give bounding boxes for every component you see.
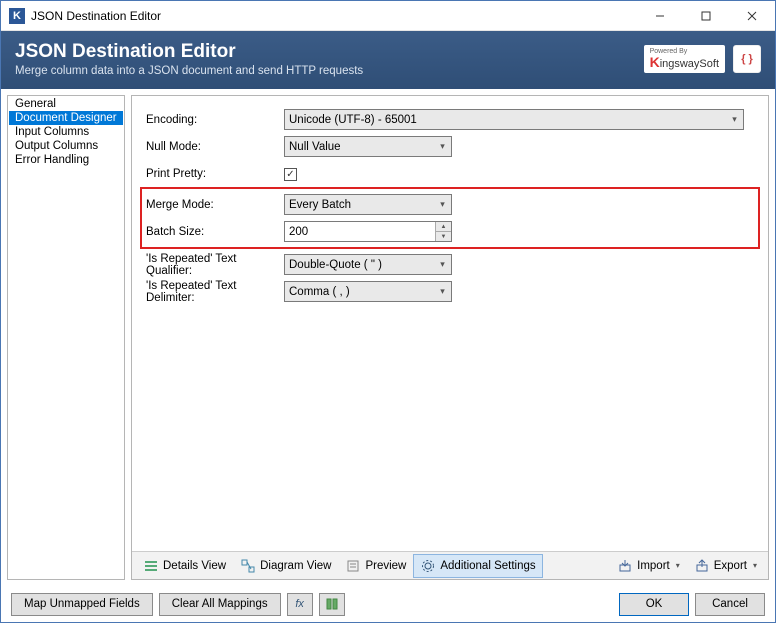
window-title: JSON Destination Editor	[31, 9, 637, 23]
merge-mode-dropdown[interactable]: Every Batch ▾	[284, 194, 452, 215]
merge-mode-label: Merge Mode:	[144, 199, 284, 211]
title-bar: K JSON Destination Editor	[1, 1, 775, 31]
chevron-down-icon: ▾	[434, 195, 451, 214]
banner-subtext: Merge column data into a JSON document a…	[15, 65, 644, 77]
main-panel: Encoding: Unicode (UTF-8) - 65001 ▾ Null…	[131, 95, 769, 580]
json-logo-icon: { }	[733, 45, 761, 73]
fx-icon: fx	[295, 598, 304, 610]
preview-button[interactable]: Preview	[338, 554, 413, 578]
maximize-icon	[701, 11, 711, 21]
batch-size-input[interactable]	[289, 226, 434, 238]
column-tool-button[interactable]	[319, 593, 345, 616]
column-tool-icon	[325, 597, 339, 611]
preview-icon	[345, 558, 361, 574]
chevron-down-icon: ▾	[434, 282, 451, 301]
chevron-down-icon: ▾	[753, 561, 757, 570]
print-pretty-label: Print Pretty:	[144, 168, 284, 180]
view-toolbar: Details View Diagram View Preview	[132, 551, 768, 579]
delimiter-dropdown[interactable]: Comma ( , ) ▾	[284, 281, 452, 302]
close-icon	[747, 11, 757, 21]
header-banner: JSON Destination Editor Merge column dat…	[1, 31, 775, 89]
sidebar-item-general[interactable]: General	[9, 97, 123, 111]
dialog-window: K JSON Destination Editor JSON Destinati…	[0, 0, 776, 623]
banner-heading: JSON Destination Editor	[15, 41, 644, 63]
import-icon	[617, 558, 633, 574]
details-view-button[interactable]: Details View	[136, 554, 233, 578]
spinner-up-icon[interactable]: ▲	[436, 222, 451, 232]
additional-settings-button[interactable]: Additional Settings	[413, 554, 542, 578]
encoding-label: Encoding:	[144, 114, 284, 126]
export-label: Export	[714, 560, 747, 572]
dialog-body: General Document Designer Input Columns …	[1, 89, 775, 586]
null-mode-value: Null Value	[289, 141, 341, 153]
export-icon	[694, 558, 710, 574]
maximize-button[interactable]	[683, 1, 729, 31]
details-view-label: Details View	[163, 560, 226, 572]
row-qualifier: 'Is Repeated' Text Qualifier: Double-Quo…	[144, 251, 756, 278]
chevron-down-icon: ▾	[726, 110, 743, 129]
row-encoding: Encoding: Unicode (UTF-8) - 65001 ▾	[144, 106, 756, 133]
sidebar-item-error-handling[interactable]: Error Handling	[9, 153, 123, 167]
encoding-dropdown[interactable]: Unicode (UTF-8) - 65001 ▾	[284, 109, 744, 130]
clear-all-mappings-button[interactable]: Clear All Mappings	[159, 593, 281, 616]
batch-size-label: Batch Size:	[144, 226, 284, 238]
sidebar-nav: General Document Designer Input Columns …	[7, 95, 125, 580]
delimiter-value: Comma ( , )	[289, 286, 350, 298]
cancel-button[interactable]: Cancel	[695, 593, 765, 616]
row-batch-size: Batch Size: ▲ ▼	[144, 218, 756, 245]
kingswaysoft-logo: Powered By KingswaySoft	[644, 45, 725, 73]
export-button[interactable]: Export ▾	[687, 554, 764, 578]
spinner-down-icon[interactable]: ▼	[436, 232, 451, 241]
sidebar-item-input-columns[interactable]: Input Columns	[9, 125, 123, 139]
details-view-icon	[143, 558, 159, 574]
minimize-button[interactable]	[637, 1, 683, 31]
ok-button[interactable]: OK	[619, 593, 689, 616]
qualifier-dropdown[interactable]: Double-Quote ( " ) ▾	[284, 254, 452, 275]
encoding-value: Unicode (UTF-8) - 65001	[289, 114, 417, 126]
diagram-view-label: Diagram View	[260, 560, 331, 572]
merge-mode-value: Every Batch	[289, 199, 351, 211]
app-icon: K	[9, 8, 25, 24]
settings-form: Encoding: Unicode (UTF-8) - 65001 ▾ Null…	[132, 96, 768, 551]
print-pretty-checkbox[interactable]: ✓	[284, 168, 297, 181]
delimiter-label: 'Is Repeated' Text Delimiter:	[144, 280, 284, 304]
sidebar-item-document-designer[interactable]: Document Designer	[9, 111, 123, 125]
import-label: Import	[637, 560, 670, 572]
dialog-footer: Map Unmapped Fields Clear All Mappings f…	[1, 586, 775, 622]
close-button[interactable]	[729, 1, 775, 31]
import-button[interactable]: Import ▾	[610, 554, 687, 578]
row-delimiter: 'Is Repeated' Text Delimiter: Comma ( , …	[144, 278, 756, 305]
diagram-view-icon	[240, 558, 256, 574]
row-print-pretty: Print Pretty: ✓	[144, 160, 756, 187]
highlight-region: Merge Mode: Every Batch ▾ Batch Size:	[140, 187, 760, 249]
spinner-buttons: ▲ ▼	[435, 222, 451, 241]
map-unmapped-button[interactable]: Map Unmapped Fields	[11, 593, 153, 616]
banner-logos: Powered By KingswaySoft { }	[644, 45, 761, 73]
gear-icon	[420, 558, 436, 574]
diagram-view-button[interactable]: Diagram View	[233, 554, 338, 578]
fx-button[interactable]: fx	[287, 593, 313, 616]
row-null-mode: Null Mode: Null Value ▾	[144, 133, 756, 160]
brand-text: KingswaySoft	[650, 55, 719, 70]
null-mode-dropdown[interactable]: Null Value ▾	[284, 136, 452, 157]
chevron-down-icon: ▾	[676, 561, 680, 570]
qualifier-value: Double-Quote ( " )	[289, 259, 382, 271]
batch-size-spinner[interactable]: ▲ ▼	[284, 221, 452, 242]
sidebar-item-output-columns[interactable]: Output Columns	[9, 139, 123, 153]
additional-settings-label: Additional Settings	[440, 560, 535, 572]
preview-label: Preview	[365, 560, 406, 572]
minimize-icon	[655, 11, 665, 21]
chevron-down-icon: ▾	[434, 137, 451, 156]
null-mode-label: Null Mode:	[144, 141, 284, 153]
chevron-down-icon: ▾	[434, 255, 451, 274]
row-merge-mode: Merge Mode: Every Batch ▾	[144, 191, 756, 218]
qualifier-label: 'Is Repeated' Text Qualifier:	[144, 253, 284, 277]
